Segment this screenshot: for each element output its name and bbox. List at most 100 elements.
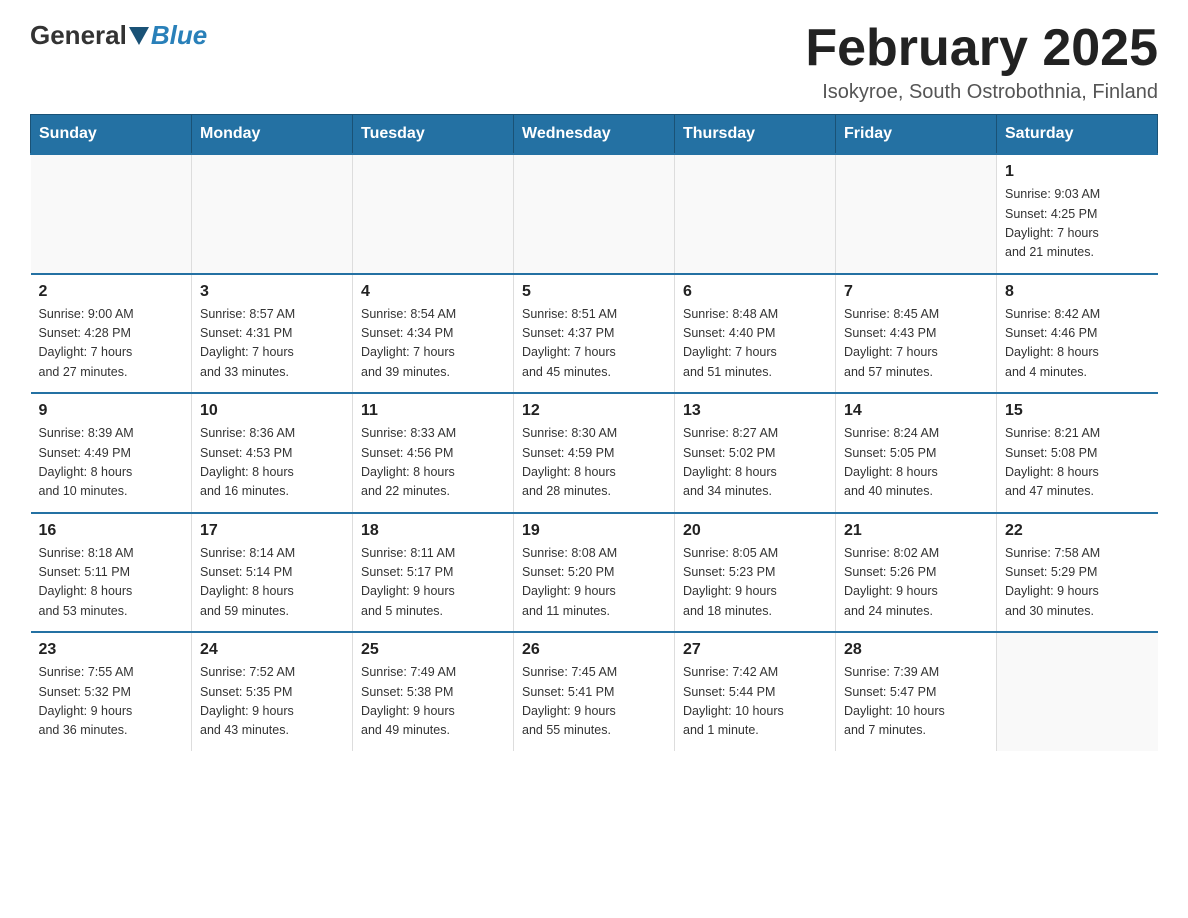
table-row bbox=[353, 154, 514, 274]
day-number: 6 bbox=[683, 283, 827, 301]
table-row: 25 Sunrise: 7:49 AMSunset: 5:38 PMDayligh… bbox=[353, 632, 514, 751]
table-row: 12 Sunrise: 8:30 AMSunset: 4:59 PMDayligh… bbox=[514, 393, 675, 513]
day-number: 28 bbox=[844, 641, 988, 659]
day-number: 21 bbox=[844, 522, 988, 540]
day-number: 18 bbox=[361, 522, 505, 540]
header-tuesday: Tuesday bbox=[353, 115, 514, 155]
day-number: 13 bbox=[683, 402, 827, 420]
day-info: Sunrise: 9:03 AMSunset: 4:25 PMDaylight:… bbox=[1005, 185, 1150, 263]
table-row: 16 Sunrise: 8:18 AMSunset: 5:11 PMDayligh… bbox=[31, 513, 192, 633]
day-number: 20 bbox=[683, 522, 827, 540]
day-info: Sunrise: 7:58 AMSunset: 5:29 PMDaylight:… bbox=[1005, 544, 1150, 622]
day-number: 17 bbox=[200, 522, 344, 540]
header-thursday: Thursday bbox=[675, 115, 836, 155]
day-number: 11 bbox=[361, 402, 505, 420]
day-number: 19 bbox=[522, 522, 666, 540]
day-info: Sunrise: 8:11 AMSunset: 5:17 PMDaylight:… bbox=[361, 544, 505, 622]
table-row: 19 Sunrise: 8:08 AMSunset: 5:20 PMDayligh… bbox=[514, 513, 675, 633]
day-info: Sunrise: 8:02 AMSunset: 5:26 PMDaylight:… bbox=[844, 544, 988, 622]
day-info: Sunrise: 8:24 AMSunset: 5:05 PMDaylight:… bbox=[844, 424, 988, 502]
calendar-week-row: 23 Sunrise: 7:55 AMSunset: 5:32 PMDayligh… bbox=[31, 632, 1158, 751]
calendar-header-row: Sunday Monday Tuesday Wednesday Thursday… bbox=[31, 115, 1158, 155]
table-row: 21 Sunrise: 8:02 AMSunset: 5:26 PMDayligh… bbox=[836, 513, 997, 633]
day-number: 27 bbox=[683, 641, 827, 659]
table-row: 28 Sunrise: 7:39 AMSunset: 5:47 PMDayligh… bbox=[836, 632, 997, 751]
day-number: 4 bbox=[361, 283, 505, 301]
day-number: 22 bbox=[1005, 522, 1150, 540]
calendar-week-row: 16 Sunrise: 8:18 AMSunset: 5:11 PMDayligh… bbox=[31, 513, 1158, 633]
day-number: 26 bbox=[522, 641, 666, 659]
table-row: 11 Sunrise: 8:33 AMSunset: 4:56 PMDayligh… bbox=[353, 393, 514, 513]
day-info: Sunrise: 8:39 AMSunset: 4:49 PMDaylight:… bbox=[39, 424, 184, 502]
table-row: 9 Sunrise: 8:39 AMSunset: 4:49 PMDaylight… bbox=[31, 393, 192, 513]
day-info: Sunrise: 8:14 AMSunset: 5:14 PMDaylight:… bbox=[200, 544, 344, 622]
day-info: Sunrise: 8:18 AMSunset: 5:11 PMDaylight:… bbox=[39, 544, 184, 622]
header-monday: Monday bbox=[192, 115, 353, 155]
day-info: Sunrise: 8:48 AMSunset: 4:40 PMDaylight:… bbox=[683, 305, 827, 383]
calendar-week-row: 1Sunrise: 9:03 AMSunset: 4:25 PMDaylight… bbox=[31, 154, 1158, 274]
table-row: 20Sunrise: 8:05 AMSunset: 5:23 PMDayligh… bbox=[675, 513, 836, 633]
table-row: 15 Sunrise: 8:21 AMSunset: 5:08 PMDayligh… bbox=[997, 393, 1158, 513]
day-info: Sunrise: 8:33 AMSunset: 4:56 PMDaylight:… bbox=[361, 424, 505, 502]
table-row: 17 Sunrise: 8:14 AMSunset: 5:14 PMDayligh… bbox=[192, 513, 353, 633]
calendar-week-row: 2Sunrise: 9:00 AMSunset: 4:28 PMDaylight… bbox=[31, 274, 1158, 394]
day-number: 9 bbox=[39, 402, 184, 420]
month-title: February 2025 bbox=[805, 20, 1158, 77]
day-number: 15 bbox=[1005, 402, 1150, 420]
table-row: 23 Sunrise: 7:55 AMSunset: 5:32 PMDayligh… bbox=[31, 632, 192, 751]
day-number: 23 bbox=[39, 641, 184, 659]
table-row: 1Sunrise: 9:03 AMSunset: 4:25 PMDaylight… bbox=[997, 154, 1158, 274]
day-number: 16 bbox=[39, 522, 184, 540]
title-area: February 2025 Isokyroe, South Ostrobothn… bbox=[805, 20, 1158, 104]
day-info: Sunrise: 7:49 AMSunset: 5:38 PMDaylight:… bbox=[361, 663, 505, 741]
day-number: 24 bbox=[200, 641, 344, 659]
day-info: Sunrise: 8:30 AMSunset: 4:59 PMDaylight:… bbox=[522, 424, 666, 502]
table-row: 14 Sunrise: 8:24 AMSunset: 5:05 PMDayligh… bbox=[836, 393, 997, 513]
location-subtitle: Isokyroe, South Ostrobothnia, Finland bbox=[805, 81, 1158, 104]
table-row: 3Sunrise: 8:57 AMSunset: 4:31 PMDaylight… bbox=[192, 274, 353, 394]
header-sunday: Sunday bbox=[31, 115, 192, 155]
table-row bbox=[675, 154, 836, 274]
table-row: 2Sunrise: 9:00 AMSunset: 4:28 PMDaylight… bbox=[31, 274, 192, 394]
day-info: Sunrise: 8:51 AMSunset: 4:37 PMDaylight:… bbox=[522, 305, 666, 383]
day-info: Sunrise: 8:42 AMSunset: 4:46 PMDaylight:… bbox=[1005, 305, 1150, 383]
calendar-week-row: 9 Sunrise: 8:39 AMSunset: 4:49 PMDaylight… bbox=[31, 393, 1158, 513]
day-info: Sunrise: 8:27 AMSunset: 5:02 PMDaylight:… bbox=[683, 424, 827, 502]
day-number: 10 bbox=[200, 402, 344, 420]
table-row: 13 Sunrise: 8:27 AMSunset: 5:02 PMDayligh… bbox=[675, 393, 836, 513]
table-row: 10Sunrise: 8:36 AMSunset: 4:53 PMDayligh… bbox=[192, 393, 353, 513]
header: General Blue February 2025 Isokyroe, Sou… bbox=[30, 20, 1158, 104]
header-saturday: Saturday bbox=[997, 115, 1158, 155]
table-row: 4 Sunrise: 8:54 AMSunset: 4:34 PMDaylight… bbox=[353, 274, 514, 394]
table-row: 18 Sunrise: 8:11 AMSunset: 5:17 PMDayligh… bbox=[353, 513, 514, 633]
day-info: Sunrise: 8:54 AMSunset: 4:34 PMDaylight:… bbox=[361, 305, 505, 383]
logo-blue-text: Blue bbox=[151, 20, 207, 51]
calendar-table: Sunday Monday Tuesday Wednesday Thursday… bbox=[30, 114, 1158, 751]
table-row bbox=[31, 154, 192, 274]
day-number: 14 bbox=[844, 402, 988, 420]
day-info: Sunrise: 7:52 AMSunset: 5:35 PMDaylight:… bbox=[200, 663, 344, 741]
table-row bbox=[997, 632, 1158, 751]
header-friday: Friday bbox=[836, 115, 997, 155]
day-number: 12 bbox=[522, 402, 666, 420]
table-row: 5 Sunrise: 8:51 AMSunset: 4:37 PMDaylight… bbox=[514, 274, 675, 394]
header-wednesday: Wednesday bbox=[514, 115, 675, 155]
day-info: Sunrise: 7:39 AMSunset: 5:47 PMDaylight:… bbox=[844, 663, 988, 741]
day-info: Sunrise: 7:55 AMSunset: 5:32 PMDaylight:… bbox=[39, 663, 184, 741]
table-row bbox=[836, 154, 997, 274]
day-number: 2 bbox=[39, 283, 184, 301]
day-info: Sunrise: 8:08 AMSunset: 5:20 PMDaylight:… bbox=[522, 544, 666, 622]
table-row: 8 Sunrise: 8:42 AMSunset: 4:46 PMDaylight… bbox=[997, 274, 1158, 394]
day-info: Sunrise: 8:21 AMSunset: 5:08 PMDaylight:… bbox=[1005, 424, 1150, 502]
table-row: 22 Sunrise: 7:58 AMSunset: 5:29 PMDayligh… bbox=[997, 513, 1158, 633]
day-info: Sunrise: 7:42 AMSunset: 5:44 PMDaylight:… bbox=[683, 663, 827, 741]
day-number: 5 bbox=[522, 283, 666, 301]
table-row: 27 Sunrise: 7:42 AMSunset: 5:44 PMDayligh… bbox=[675, 632, 836, 751]
logo-general-text: General bbox=[30, 20, 127, 51]
day-number: 8 bbox=[1005, 283, 1150, 301]
table-row: 26Sunrise: 7:45 AMSunset: 5:41 PMDayligh… bbox=[514, 632, 675, 751]
day-number: 3 bbox=[200, 283, 344, 301]
table-row bbox=[514, 154, 675, 274]
day-number: 25 bbox=[361, 641, 505, 659]
table-row: 7Sunrise: 8:45 AMSunset: 4:43 PMDaylight… bbox=[836, 274, 997, 394]
